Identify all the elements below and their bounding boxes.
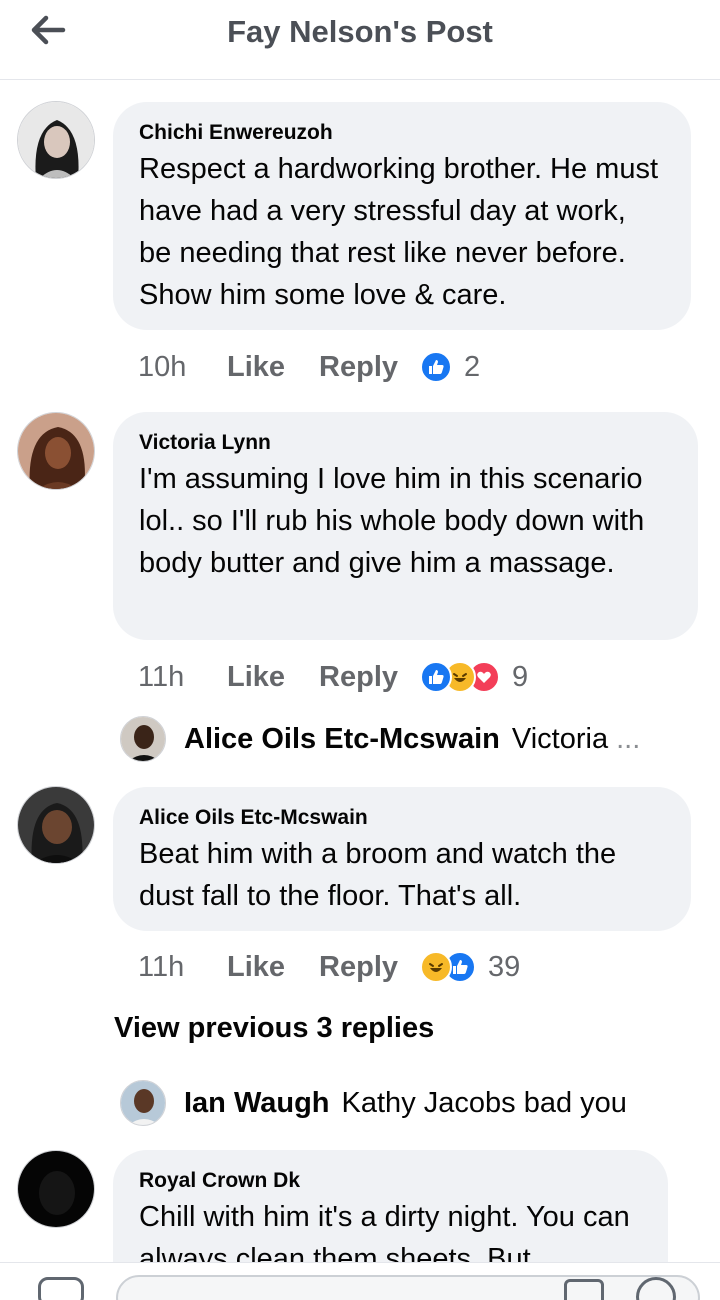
avatar[interactable] (17, 1150, 95, 1228)
comment-author[interactable]: Victoria Lynn (139, 430, 672, 456)
avatar[interactable] (17, 786, 95, 864)
reply-button[interactable]: Reply (319, 661, 398, 694)
avatar[interactable] (17, 101, 95, 179)
comment-time[interactable]: 11h (138, 661, 227, 694)
comment-bubble: Alice Oils Etc-Mcswain Beat him with a b… (113, 787, 691, 931)
reactions-summary[interactable] (420, 351, 453, 383)
like-button[interactable]: Like (227, 951, 285, 984)
reply-text: Kathy Jacobs bad you (341, 1086, 627, 1119)
camera-icon[interactable] (38, 1277, 84, 1300)
like-button[interactable]: Like (227, 351, 285, 384)
haha-reaction-icon (420, 951, 453, 983)
comment-time[interactable]: 11h (138, 951, 227, 984)
comment-time[interactable]: 10h (138, 351, 227, 384)
reply-ellipsis: ... (616, 722, 641, 755)
reaction-count[interactable]: 2 (464, 351, 480, 384)
comment-composer (0, 1262, 720, 1300)
avatar (120, 716, 166, 762)
reaction-count[interactable]: 39 (488, 951, 520, 984)
like-reaction-icon (420, 661, 453, 693)
comment-bubble: Chichi Enwereuzoh Respect a hardworking … (113, 102, 691, 330)
like-button[interactable]: Like (227, 661, 285, 694)
reply-preview[interactable]: Alice Oils Etc-Mcswain Victoria ... (120, 714, 700, 764)
reply-author[interactable]: Alice Oils Etc-Mcswain (184, 723, 500, 756)
reply-text: Victoria (511, 722, 609, 755)
comment-input[interactable] (116, 1275, 700, 1300)
comment-bubble: Victoria Lynn I'm assuming I love him in… (113, 412, 698, 640)
comment-author[interactable]: Alice Oils Etc-Mcswain (139, 805, 665, 831)
comment-text: I'm assuming I love him in this scenario… (139, 463, 645, 579)
comment-actions: 11h Like Reply 39 (138, 945, 520, 989)
reply-button[interactable]: Reply (319, 351, 398, 384)
comment-text: Beat him with a broom and watch the dust… (139, 838, 617, 912)
top-bar: Fay Nelson's Post (0, 0, 720, 80)
like-reaction-icon (420, 351, 453, 383)
avatar (120, 1080, 166, 1126)
comment-text: Respect a hardworking brother. He must h… (139, 153, 659, 311)
view-previous-replies-link[interactable]: View previous 3 replies (114, 1012, 434, 1045)
reply-preview[interactable]: Ian Waugh Kathy Jacobs bad you (120, 1078, 700, 1128)
comment-actions: 11h Like Reply 9 (138, 655, 528, 699)
reply-author[interactable]: Ian Waugh (184, 1087, 330, 1120)
comment-author[interactable]: Chichi Enwereuzoh (139, 120, 665, 146)
reaction-count[interactable]: 9 (512, 661, 528, 694)
reactions-summary[interactable] (420, 951, 477, 983)
gif-icon[interactable] (564, 1279, 604, 1300)
comment-author[interactable]: Royal Crown Dk (139, 1168, 642, 1194)
avatar[interactable] (17, 412, 95, 490)
reply-button[interactable]: Reply (319, 951, 398, 984)
page-title: Fay Nelson's Post (227, 14, 493, 49)
comment-actions: 10h Like Reply 2 (138, 345, 480, 389)
reactions-summary[interactable] (420, 661, 501, 693)
